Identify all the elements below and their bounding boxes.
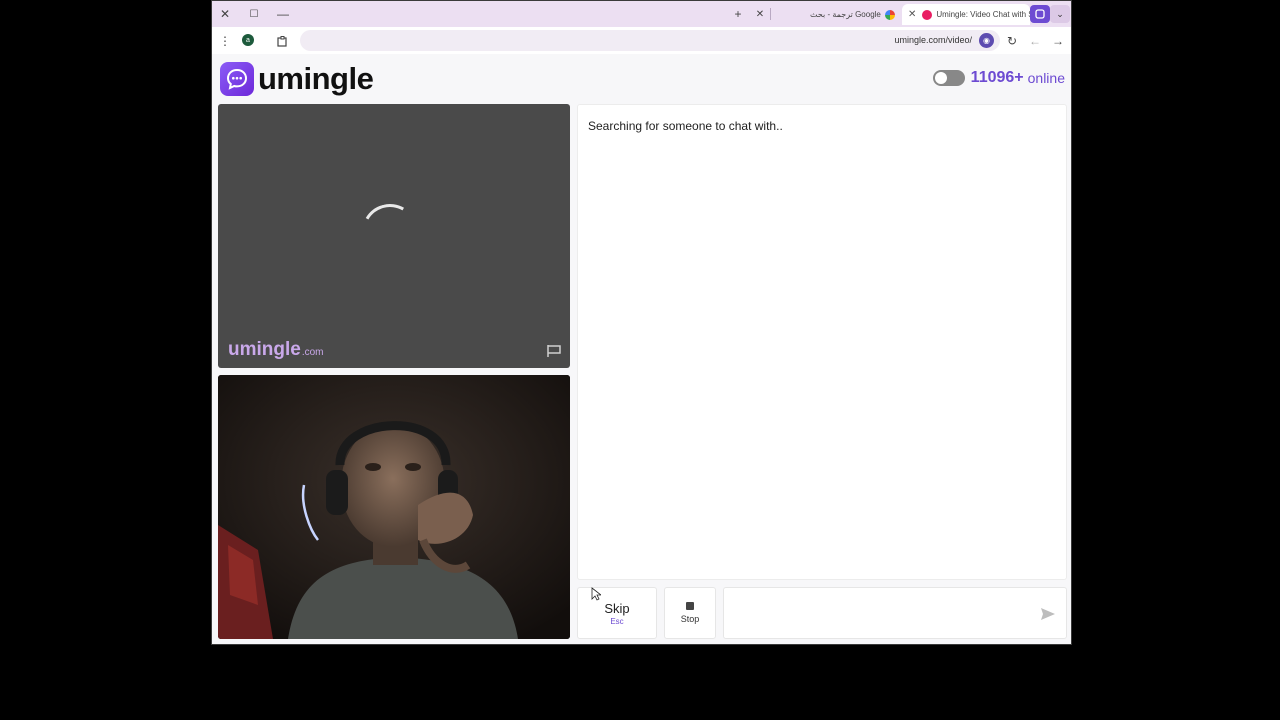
send-icon[interactable]: [1040, 606, 1056, 622]
url-text[interactable]: umingle.com/video/: [894, 35, 972, 45]
browser-toolbar: ⋮ a ☆ umingle.com/video/ ◉ ↻ ← →: [212, 27, 1071, 54]
address-bar[interactable]: umingle.com/video/ ◉: [300, 30, 1000, 51]
local-webcam-video: [218, 375, 570, 639]
webcam-feed-image: [218, 375, 570, 639]
extensions-puzzle-icon[interactable]: [273, 32, 291, 50]
tab-strip: ✕ ☐ — + ✕ ترجمة - بحث Google ✕ Umingle: …: [212, 1, 1071, 27]
skip-button[interactable]: Skip Esc: [577, 587, 657, 639]
remote-video: umingle .com: [218, 104, 570, 368]
extension-icon[interactable]: [1030, 5, 1050, 23]
loading-spinner-icon: [355, 197, 425, 267]
theme-toggle[interactable]: [932, 70, 965, 86]
umingle-logo[interactable]: umingle: [220, 61, 374, 97]
tab-umingle[interactable]: ✕ Umingle: Video Chat with St: [902, 4, 1030, 25]
page-content: umingle 11096+ online umingle .com Searc…: [212, 54, 1071, 644]
skip-label: Skip: [604, 600, 630, 616]
google-favicon-icon: [884, 9, 895, 20]
back-arrow-icon[interactable]: ←: [1026, 32, 1044, 50]
stop-button[interactable]: Stop: [664, 587, 716, 639]
logo-text: umingle: [258, 61, 374, 96]
chat-status-text: Searching for someone to chat with..: [588, 119, 783, 133]
video-watermark: umingle .com: [228, 339, 324, 360]
recording-favicon-icon: [922, 9, 933, 20]
new-tab-icon[interactable]: +: [729, 5, 747, 23]
skip-shortcut: Esc: [610, 616, 624, 626]
message-box: [723, 587, 1067, 639]
stop-icon: [686, 602, 694, 610]
tab-separator: [770, 8, 771, 20]
reload-icon[interactable]: ↻: [1003, 32, 1021, 50]
tab-close-icon[interactable]: ✕: [751, 5, 769, 23]
menu-kebab-icon[interactable]: ⋮: [216, 32, 234, 50]
window-close-icon[interactable]: ✕: [214, 5, 236, 23]
online-indicator: 11096+ online: [932, 69, 1065, 87]
tab-search-chevron-down-icon[interactable]: ⌄: [1050, 5, 1070, 23]
report-flag-icon[interactable]: [546, 344, 562, 358]
chat-panel: Searching for someone to chat with..: [577, 104, 1067, 580]
online-label: online: [1027, 70, 1065, 86]
online-count: 11096+: [970, 69, 1024, 86]
tab-title: Umingle: Video Chat with St: [936, 10, 1030, 19]
site-info-icon[interactable]: ◉: [979, 33, 994, 48]
window-maximize-icon[interactable]: ☐: [243, 5, 265, 23]
tab-title: ترجمة - بحث Google: [810, 10, 881, 19]
forward-arrow-icon[interactable]: →: [1049, 32, 1067, 50]
profile-avatar[interactable]: a: [242, 34, 254, 46]
mouse-pointer-icon: [591, 587, 601, 601]
chat-bubble-icon: [220, 62, 254, 96]
stop-label: Stop: [680, 614, 700, 624]
tab-close-icon[interactable]: ✕: [908, 9, 916, 20]
browser-window: ✕ ☐ — + ✕ ترجمة - بحث Google ✕ Umingle: …: [211, 0, 1072, 645]
window-minimize-icon[interactable]: —: [272, 5, 294, 23]
tab-google-translate[interactable]: ترجمة - بحث Google: [804, 4, 900, 25]
message-input[interactable]: [734, 603, 1024, 625]
